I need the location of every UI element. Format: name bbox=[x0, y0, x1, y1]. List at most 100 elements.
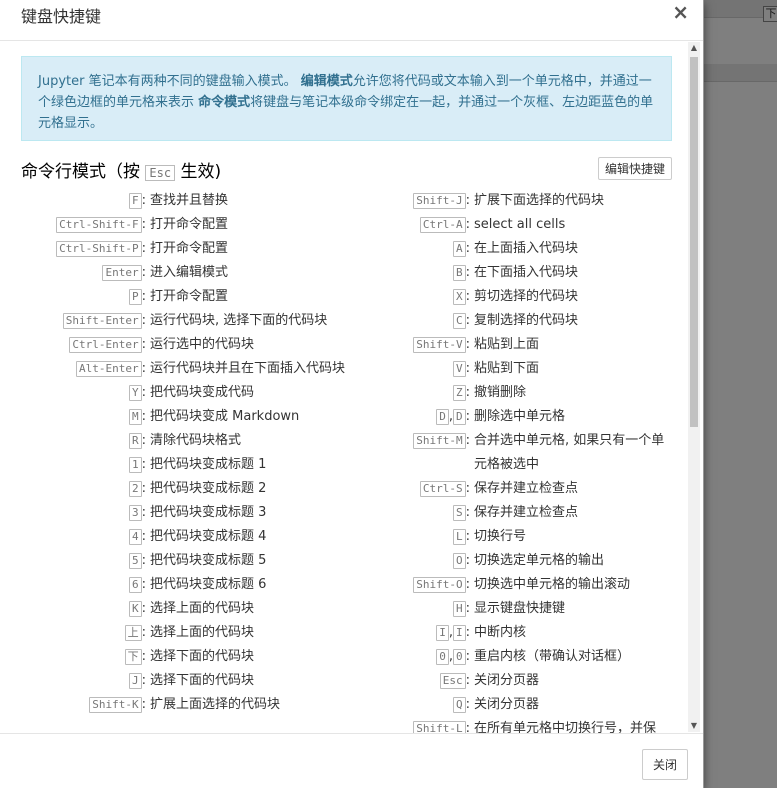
key-label: 0 bbox=[452, 648, 466, 665]
key-label: O bbox=[452, 552, 466, 569]
close-button[interactable]: 关闭 bbox=[641, 749, 688, 780]
shortcut-row: I, I: 中断内核 bbox=[346, 621, 671, 645]
key-colon: : bbox=[465, 481, 470, 496]
shortcut-keys: A: bbox=[346, 237, 472, 261]
shortcut-keys: M: bbox=[21, 405, 148, 429]
shortcut-keys: Shift-M: bbox=[346, 429, 472, 477]
shortcut-keys: 6: bbox=[21, 573, 148, 597]
shortcut-keys: C: bbox=[346, 309, 472, 333]
key-label: Ctrl-Shift-F bbox=[56, 216, 142, 233]
dialog-header: 键盘快捷键 × bbox=[0, 0, 703, 41]
shortcut-description: 中断内核 bbox=[474, 625, 527, 640]
shortcut-description: 选择下面的代码块 bbox=[150, 649, 255, 664]
key-colon: : bbox=[141, 217, 146, 232]
shortcut-keys: Q: bbox=[346, 693, 472, 717]
shortcut-row: B: 在下面插入代码块 bbox=[346, 261, 671, 285]
shortcut-description: 剪切选择的代码块 bbox=[474, 289, 579, 304]
shortcut-description: 选择下面的代码块 bbox=[150, 673, 255, 688]
shortcut-row: Ctrl-Enter: 运行选中的代码块 bbox=[21, 333, 346, 357]
shortcut-row: V: 粘贴到下面 bbox=[346, 357, 671, 381]
scrollbar[interactable]: ▲ ▼ bbox=[688, 42, 700, 732]
key-colon: : bbox=[141, 649, 146, 664]
dialog-body: Jupyter 笔记本有两种不同的键盘输入模式。 编辑模式允许您将代码或文本输入… bbox=[0, 41, 703, 733]
key-colon: : bbox=[465, 577, 470, 592]
shortcut-row: 1: 把代码块变成标题 1 bbox=[21, 453, 346, 477]
edit-shortcuts-button[interactable]: 编辑快捷键 bbox=[597, 157, 672, 180]
shortcut-keys: X: bbox=[346, 285, 472, 309]
scroll-up-arrow-icon[interactable]: ▲ bbox=[690, 44, 698, 52]
shortcut-row: Shift-V: 粘贴到上面 bbox=[346, 333, 671, 357]
key-colon: : bbox=[141, 481, 146, 496]
shortcut-keys: D,D: bbox=[346, 405, 472, 429]
key-colon: : bbox=[465, 505, 470, 520]
key-label: 下 bbox=[124, 648, 142, 665]
key-label: Ctrl-S bbox=[419, 480, 466, 497]
shortcut-row: Ctrl-Shift-P: 打开命令配置 bbox=[21, 237, 346, 261]
shortcut-row: 4: 把代码块变成标题 4 bbox=[21, 525, 346, 549]
shortcut-keys: Z: bbox=[346, 381, 472, 405]
key-label: D bbox=[452, 408, 466, 425]
shortcut-row: M: 把代码块变成 Markdown bbox=[21, 405, 346, 429]
key-label: Shift-V bbox=[413, 336, 466, 353]
shortcut-description: 把代码块变成代码 bbox=[150, 385, 255, 400]
shortcut-description: 粘贴到下面 bbox=[474, 361, 540, 376]
shortcut-row: Shift-J: 扩展下面选择的代码块 bbox=[346, 189, 671, 213]
key-colon: : bbox=[465, 601, 470, 616]
key-colon: : bbox=[465, 361, 470, 376]
shortcut-keys: Enter: bbox=[21, 261, 148, 285]
shortcut-column-right: Shift-J: 扩展下面选择的代码块 Ctrl-A: select all cell… bbox=[346, 189, 671, 733]
info-text-1: Jupyter 笔记本有两种不同的键盘输入模式。 bbox=[38, 74, 301, 89]
shortcut-keys: V: bbox=[346, 357, 472, 381]
shortcut-row: Ctrl-Shift-F: 打开命令配置 bbox=[21, 213, 346, 237]
shortcut-row: K: 选择上面的代码块 bbox=[21, 597, 346, 621]
shortcut-description: 打开命令配置 bbox=[150, 289, 229, 304]
shortcut-row: H: 显示键盘快捷键 bbox=[346, 597, 671, 621]
key-label: Alt-Enter bbox=[76, 360, 142, 377]
key-label: 1 bbox=[128, 456, 142, 473]
key-label: P bbox=[128, 288, 142, 305]
shortcut-keys: Ctrl-Enter: bbox=[21, 333, 148, 357]
shortcut-row: 3: 把代码块变成标题 3 bbox=[21, 501, 346, 525]
shortcut-row: Y: 把代码块变成代码 bbox=[21, 381, 346, 405]
shortcut-description: 查找并且替换 bbox=[150, 193, 229, 208]
shortcut-description: 扩展下面选择的代码块 bbox=[474, 193, 605, 208]
shortcut-keys: Ctrl-A: bbox=[346, 213, 472, 237]
shortcut-keys: J: bbox=[21, 669, 148, 693]
shortcut-description: 显示键盘快捷键 bbox=[474, 601, 566, 616]
scroll-down-arrow-icon[interactable]: ▼ bbox=[690, 722, 698, 730]
shortcut-row: L: 切换行号 bbox=[346, 525, 671, 549]
shortcut-keys: F: bbox=[21, 189, 148, 213]
key-label: Esc bbox=[439, 672, 466, 689]
shortcut-row: P: 打开命令配置 bbox=[21, 285, 346, 309]
shortcut-row: Z: 撤销删除 bbox=[346, 381, 671, 405]
key-colon: : bbox=[141, 601, 146, 616]
key-label: J bbox=[128, 672, 142, 689]
shortcut-description: 扩展上面选择的代码块 bbox=[150, 697, 281, 712]
shortcut-row: J: 选择下面的代码块 bbox=[21, 669, 346, 693]
shortcut-keys: 1: bbox=[21, 453, 148, 477]
key-colon: : bbox=[141, 385, 146, 400]
shortcut-keys: Ctrl-Shift-F: bbox=[21, 213, 148, 237]
key-label: C bbox=[452, 312, 466, 329]
key-label: S bbox=[452, 504, 466, 521]
shortcut-keys: Shift-Enter: bbox=[21, 309, 148, 333]
close-icon[interactable]: × bbox=[672, 0, 689, 24]
key-colon: : bbox=[465, 673, 470, 688]
shortcut-description: 在所有单元格中切换行号，并保 bbox=[474, 721, 657, 733]
shortcut-row: Shift-O: 切换选中单元格的输出滚动 bbox=[346, 573, 671, 597]
key-label: Z bbox=[452, 384, 466, 401]
shortcut-description: select all cells bbox=[474, 217, 566, 232]
shortcut-description: 合并选中单元格, 如果只有一个单元格被选中 bbox=[474, 433, 665, 472]
key-colon: : bbox=[141, 553, 146, 568]
key-colon: : bbox=[465, 337, 470, 352]
scrollbar-thumb[interactable] bbox=[690, 57, 698, 427]
shortcut-row: 6: 把代码块变成标题 6 bbox=[21, 573, 346, 597]
key-label: F bbox=[128, 192, 142, 209]
shortcut-description: 打开命令配置 bbox=[150, 241, 229, 256]
section-title-suffix: 生效) bbox=[175, 162, 222, 182]
key-colon: : bbox=[141, 577, 146, 592]
shortcut-row: Shift-L: 在所有单元格中切换行号，并保 bbox=[346, 717, 671, 733]
shortcut-description: 把代码块变成标题 2 bbox=[150, 481, 267, 496]
shortcut-keys: Ctrl-S: bbox=[346, 477, 472, 501]
shortcut-description: 关闭分页器 bbox=[474, 697, 540, 712]
